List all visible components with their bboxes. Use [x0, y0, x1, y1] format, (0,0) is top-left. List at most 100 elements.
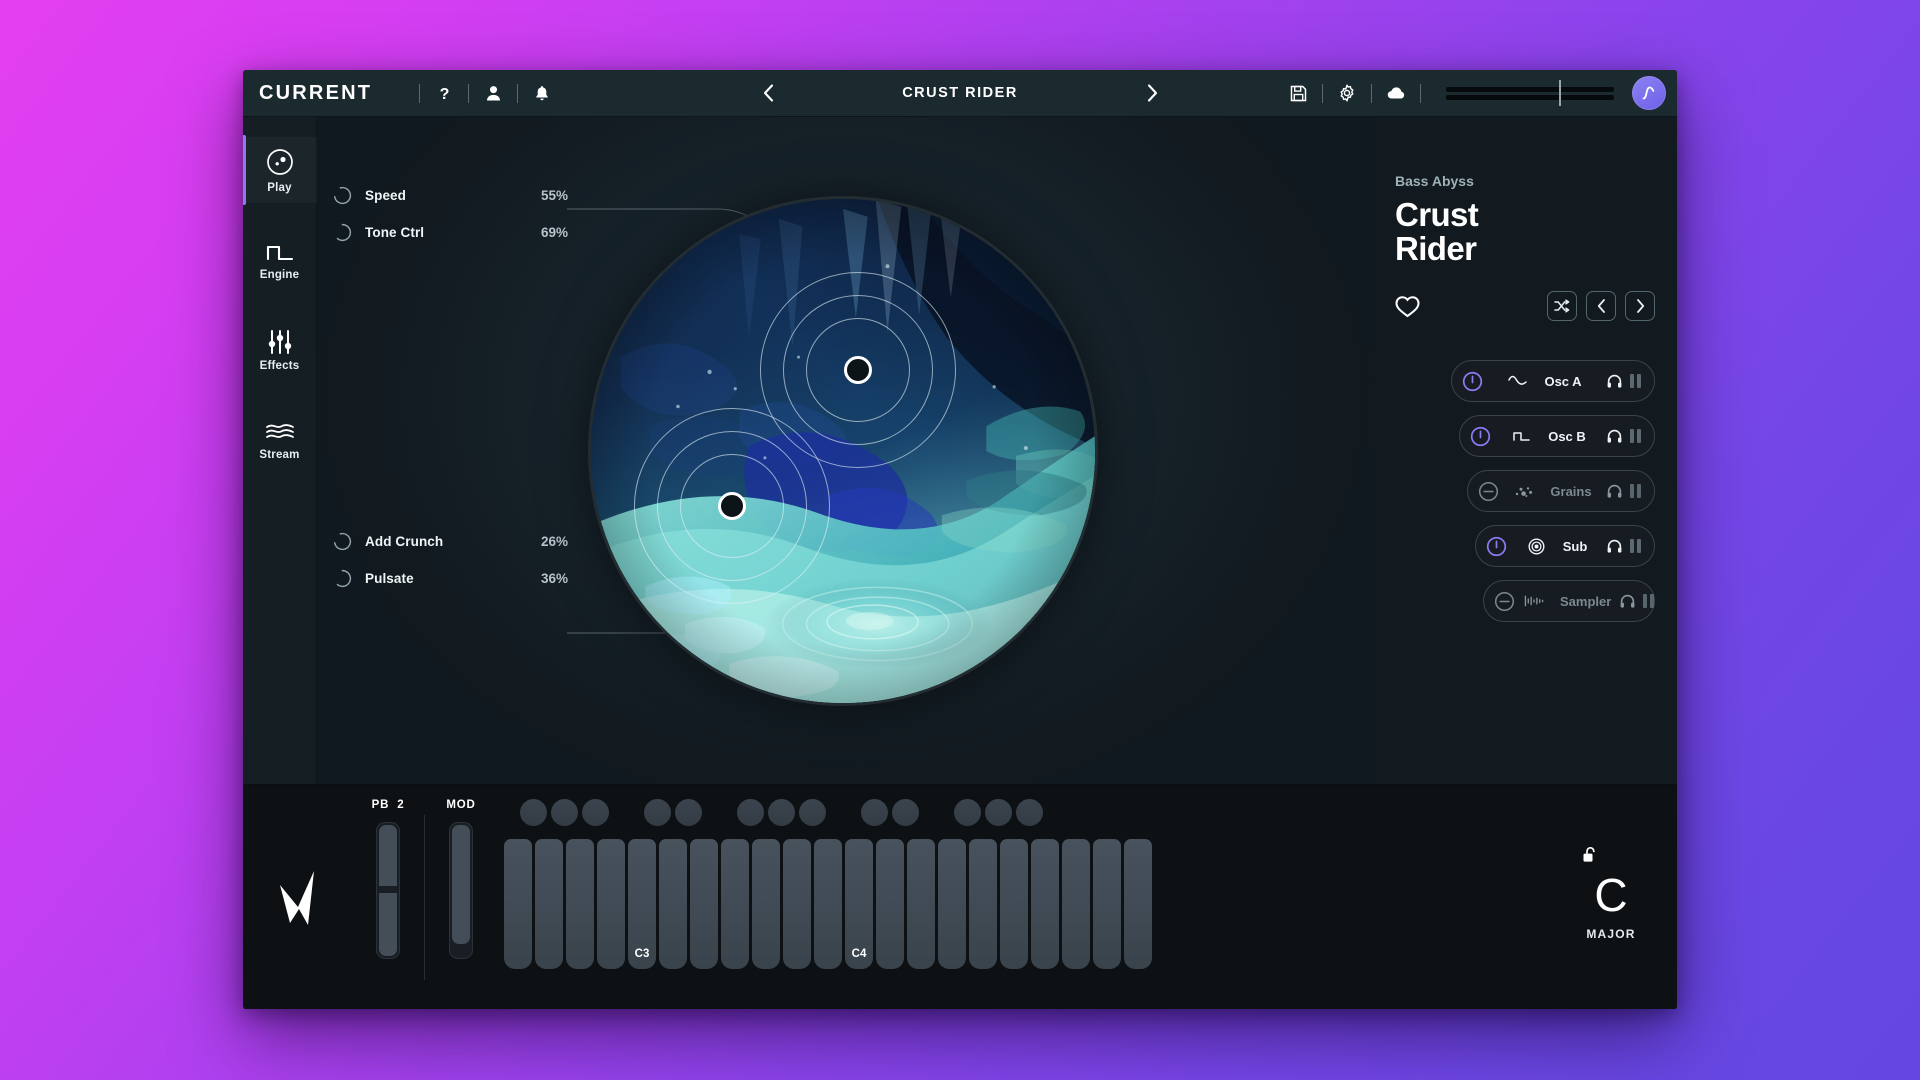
xy-morph-pad[interactable] — [588, 195, 1098, 706]
preset-prev-button[interactable] — [757, 82, 779, 104]
top-bar: CURRENT ? CRUST RIDER — [243, 70, 1677, 117]
black-key[interactable] — [520, 799, 547, 826]
headphone-icon[interactable] — [1607, 374, 1622, 388]
shuffle-icon[interactable] — [1547, 291, 1577, 322]
mod-wheel-track[interactable] — [449, 822, 473, 959]
white-key[interactable] — [1093, 839, 1121, 969]
white-key[interactable] — [721, 839, 749, 969]
white-key[interactable] — [907, 839, 935, 969]
chevron-right-icon[interactable] — [1625, 291, 1655, 322]
black-key[interactable] — [768, 799, 795, 826]
white-key[interactable] — [1124, 839, 1152, 969]
bell-icon[interactable] — [529, 80, 555, 106]
white-key-c4[interactable]: C4 — [845, 839, 873, 969]
oscillator-name: Osc B — [1548, 428, 1586, 444]
white-key[interactable] — [969, 839, 997, 969]
slider-thumb[interactable] — [1558, 80, 1561, 106]
disabled-toggle-icon[interactable] — [1478, 481, 1499, 502]
heart-icon[interactable] — [1395, 295, 1420, 318]
black-key[interactable] — [644, 799, 671, 826]
pad-handle[interactable] — [718, 491, 747, 520]
mod-wheel[interactable]: MOD — [434, 799, 488, 959]
pause-icon[interactable] — [1630, 539, 1641, 554]
white-key[interactable] — [504, 839, 532, 969]
macro-label: Speed — [365, 188, 407, 203]
white-key[interactable] — [535, 839, 563, 969]
power-toggle-icon[interactable] — [1462, 371, 1483, 392]
pause-icon[interactable] — [1629, 429, 1641, 444]
black-key[interactable] — [582, 799, 609, 826]
pause-icon[interactable] — [1630, 484, 1641, 499]
pitch-bend-track[interactable] — [376, 822, 400, 959]
sidebar-item-engine[interactable]: Engine — [243, 227, 317, 293]
macro-row-add-crunch[interactable]: Add Crunch 26% — [333, 523, 568, 560]
black-key[interactable] — [551, 799, 578, 826]
white-key[interactable] — [876, 839, 904, 969]
sidebar-item-play[interactable]: Play — [243, 135, 317, 205]
piano-keyboard[interactable]: C3 C4 — [488, 785, 1545, 1009]
question-mark-icon[interactable]: ? — [431, 80, 457, 106]
key-scale-display[interactable]: C MAJOR — [1545, 785, 1677, 1009]
slider-track-bottom — [1446, 95, 1614, 100]
sidebar-item-label: Play — [267, 181, 292, 194]
black-key[interactable] — [892, 799, 919, 826]
black-key[interactable] — [861, 799, 888, 826]
gear-icon[interactable] — [1334, 80, 1360, 106]
black-key[interactable] — [799, 799, 826, 826]
user-icon[interactable] — [480, 80, 506, 106]
headphone-icon[interactable] — [1620, 594, 1635, 608]
preset-title-line2: Rider — [1395, 229, 1477, 267]
white-key-c3[interactable]: C3 — [628, 839, 656, 969]
xy-pad-b[interactable] — [634, 407, 831, 604]
topbar-left-icons: ? — [408, 80, 555, 106]
oscillator-row-osc-b[interactable]: Osc B — [1459, 415, 1655, 458]
unlocked-padlock-icon[interactable] — [1582, 846, 1597, 868]
s-curve-icon[interactable] — [1632, 76, 1666, 110]
cloud-icon[interactable] — [1383, 80, 1409, 106]
headphone-icon[interactable] — [1607, 484, 1622, 498]
chevron-left-icon[interactable] — [1586, 291, 1616, 322]
visualizer-circle[interactable] — [588, 195, 1098, 706]
master-level-slider[interactable] — [1446, 80, 1614, 106]
sidebar-item-effects[interactable]: Effects — [243, 317, 317, 383]
pitch-bend-wheel[interactable]: PB 2 — [361, 799, 415, 959]
save-icon[interactable] — [1285, 80, 1311, 106]
white-key[interactable] — [597, 839, 625, 969]
power-toggle-icon[interactable] — [1486, 536, 1507, 557]
black-key[interactable] — [737, 799, 764, 826]
white-key[interactable] — [690, 839, 718, 969]
macro-row-pulsate[interactable]: Pulsate 36% — [333, 560, 568, 597]
black-key[interactable] — [1016, 799, 1043, 826]
preset-next-button[interactable] — [1141, 82, 1163, 104]
macro-row-tone-ctrl[interactable]: Tone Ctrl 69% — [333, 214, 568, 251]
headphone-icon[interactable] — [1607, 539, 1622, 553]
white-key[interactable] — [1062, 839, 1090, 969]
oscillator-row-osc-a[interactable]: Osc A — [1451, 360, 1655, 403]
performance-wheels: PB 2 MOD — [361, 785, 488, 980]
black-key[interactable] — [675, 799, 702, 826]
sidebar-item-stream[interactable]: Stream — [243, 407, 317, 473]
white-key[interactable] — [1000, 839, 1028, 969]
black-key[interactable] — [954, 799, 981, 826]
headphone-icon[interactable] — [1607, 429, 1622, 443]
white-key[interactable] — [1031, 839, 1059, 969]
macro-row-speed[interactable]: Speed 55% — [333, 177, 568, 214]
white-key[interactable] — [752, 839, 780, 969]
oscillator-row-sampler[interactable]: Sampler — [1483, 580, 1655, 623]
pause-icon[interactable] — [1643, 594, 1655, 609]
white-key[interactable] — [814, 839, 842, 969]
oscillator-controls — [1607, 484, 1641, 499]
oscillator-row-grains[interactable]: Grains — [1467, 470, 1655, 513]
white-key[interactable] — [659, 839, 687, 969]
slider-track-top — [1446, 87, 1614, 92]
pad-handle[interactable] — [844, 355, 873, 384]
oscillator-row-sub[interactable]: Sub — [1475, 525, 1655, 568]
pause-icon[interactable] — [1630, 374, 1641, 389]
white-key[interactable] — [566, 839, 594, 969]
power-toggle-icon[interactable] — [1470, 426, 1491, 447]
preset-name-display[interactable]: CRUST RIDER — [875, 85, 1045, 101]
white-key[interactable] — [783, 839, 811, 969]
black-key[interactable] — [985, 799, 1012, 826]
disabled-toggle-icon[interactable] — [1494, 591, 1515, 612]
white-key[interactable] — [938, 839, 966, 969]
